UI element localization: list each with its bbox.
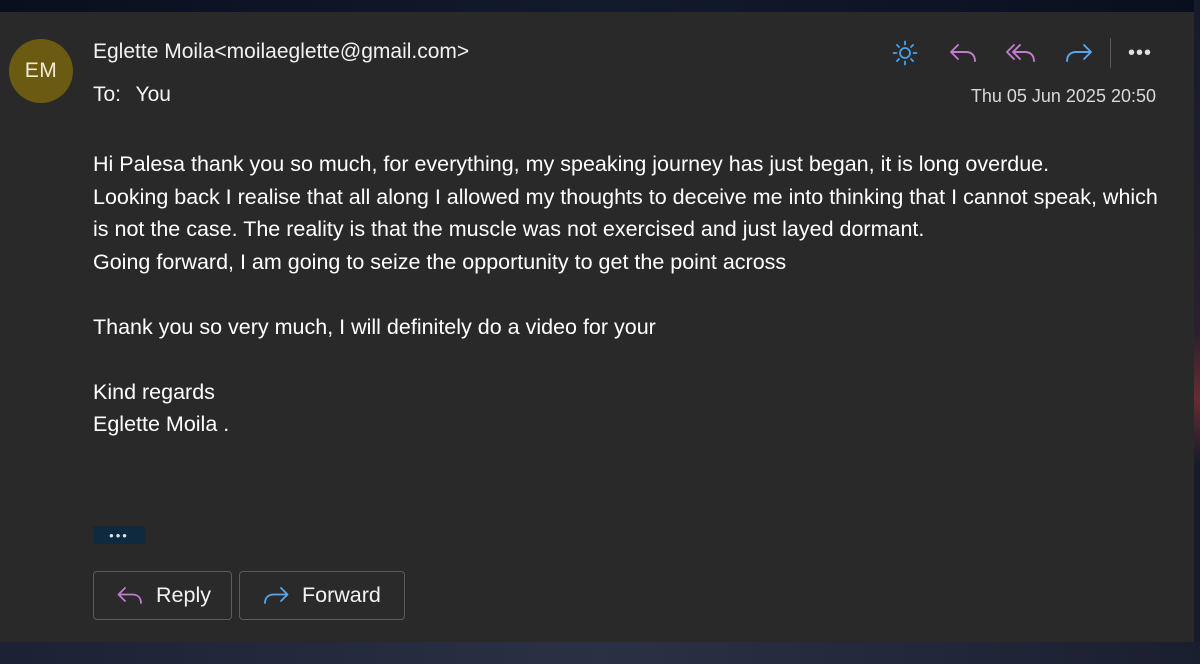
signature-name: Eglette Moila . xyxy=(93,412,230,436)
ellipsis-icon: ••• xyxy=(109,527,129,543)
closing-line: Kind regards xyxy=(93,379,215,404)
to-label: To: xyxy=(93,83,122,106)
forward-toolbar-button[interactable] xyxy=(1060,38,1098,68)
show-quoted-text-button[interactable]: ••• xyxy=(93,526,145,544)
reply-icon xyxy=(116,585,144,607)
avatar-initials: EM xyxy=(24,59,58,82)
reply-toolbar-button[interactable] xyxy=(944,38,982,68)
reply-icon xyxy=(950,44,976,62)
more-icon: ••• xyxy=(1127,41,1152,64)
message-body: Hi Palesa thank you so much, for everyth… xyxy=(93,148,1163,441)
forward-button[interactable]: Forward xyxy=(239,571,405,620)
body-paragraph: Thank you so very much, I will definitel… xyxy=(93,314,656,339)
background-bottom xyxy=(0,642,1200,664)
background-top xyxy=(0,0,1200,12)
forward-button-label: Forward xyxy=(302,583,381,607)
reply-button-label: Reply xyxy=(156,583,211,607)
summarize-button[interactable] xyxy=(886,38,924,68)
toolbar-divider xyxy=(1110,38,1111,68)
sender-name[interactable]: Eglette Moila<moilaeglette@gmail.com> xyxy=(93,40,469,64)
reply-all-toolbar-button[interactable] xyxy=(1002,38,1040,68)
forward-icon xyxy=(1066,44,1092,62)
message-toolbar: ••• xyxy=(886,38,1155,68)
sun-icon xyxy=(892,40,918,66)
received-timestamp: Thu 05 Jun 2025 20:50 xyxy=(970,86,1156,106)
reply-button[interactable]: Reply xyxy=(93,571,232,620)
forward-icon xyxy=(262,585,290,607)
recipient-name[interactable]: You xyxy=(135,83,170,106)
email-reading-pane: EM Eglette Moila<moilaeglette@gmail.com>… xyxy=(0,12,1194,642)
reply-all-icon xyxy=(1006,44,1035,62)
body-paragraph: Looking back I realise that all along I … xyxy=(93,184,1158,242)
body-paragraph: Hi Palesa thank you so much, for everyth… xyxy=(93,152,1050,176)
background-right xyxy=(1194,0,1200,664)
more-options-button[interactable]: ••• xyxy=(1125,38,1155,68)
recipient-row: To: You xyxy=(93,83,171,107)
body-paragraph: Going forward, I am going to seize the o… xyxy=(93,249,787,274)
avatar: EM xyxy=(9,39,73,103)
